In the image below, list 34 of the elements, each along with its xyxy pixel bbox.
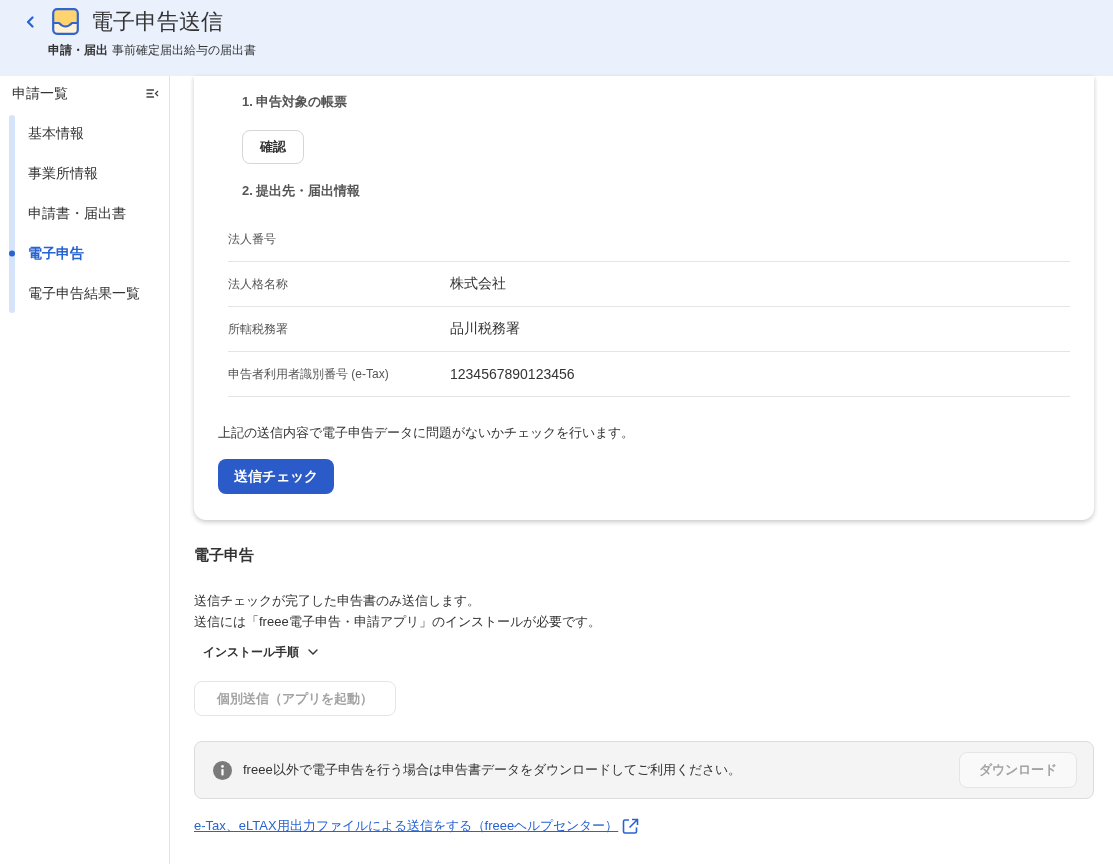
page-title: 電子申告送信: [91, 8, 223, 35]
sidebar-item[interactable]: 申請書・届出書: [28, 203, 126, 223]
field-value: 1234567890123456: [450, 366, 575, 382]
sidebar-item[interactable]: 電子申告: [28, 243, 84, 263]
external-link-icon[interactable]: [622, 817, 640, 835]
sidebar-title: 申請一覧: [12, 84, 68, 103]
field-label: 法人番号: [228, 230, 277, 248]
category-label: 申請・届出: [48, 42, 108, 58]
confirm-button[interactable]: 確認: [242, 130, 304, 164]
field-label: 申告者利用者識別番号 (e-Tax): [228, 365, 390, 383]
section-heading: 2. 提出先・届出情報: [242, 182, 361, 200]
document-name: 事前確定届出給与の届出書: [112, 42, 256, 58]
back-chevron-icon: [26, 15, 34, 28]
active-dot-icon: [9, 249, 15, 257]
sidebar-item[interactable]: 基本情報: [28, 123, 84, 143]
field-label: 法人格名称: [228, 275, 289, 293]
collapse-sidebar-button[interactable]: [146, 88, 159, 98]
field-value: 株式会社: [450, 275, 506, 293]
field-label: 所轄税務署: [228, 320, 289, 338]
collapse-menu-icon: [146, 88, 159, 98]
info-icon: [213, 760, 232, 780]
tray-icon: [52, 8, 79, 35]
send-check-button[interactable]: 送信チェック: [218, 459, 334, 494]
help-center-link[interactable]: e-Tax、eLTAX用出力ファイルによる送信をする（freeeヘルプセンター）: [194, 816, 619, 836]
notice-text: freee以外で電子申告を行う場合は申告書データをダウンロードしてご利用ください。: [243, 761, 742, 779]
section-heading: 1. 申告対象の帳票: [242, 93, 348, 111]
description-text: 送信チェックが完了した申告書のみ送信します。: [194, 592, 481, 610]
sidebar-item[interactable]: 電子申告結果一覧: [28, 283, 140, 303]
field-value: 品川税務署: [450, 320, 520, 338]
description-text: 送信には「freee電子申告・申請アプリ」のインストールが必要です。: [194, 613, 601, 631]
section-title: 電子申告: [194, 545, 254, 565]
sidebar-item[interactable]: 事業所情報: [28, 163, 98, 183]
check-description: 上記の送信内容で電子申告データに問題がないかチェックを行います。: [218, 424, 634, 442]
install-steps-toggle[interactable]: インストール手順: [203, 642, 318, 662]
